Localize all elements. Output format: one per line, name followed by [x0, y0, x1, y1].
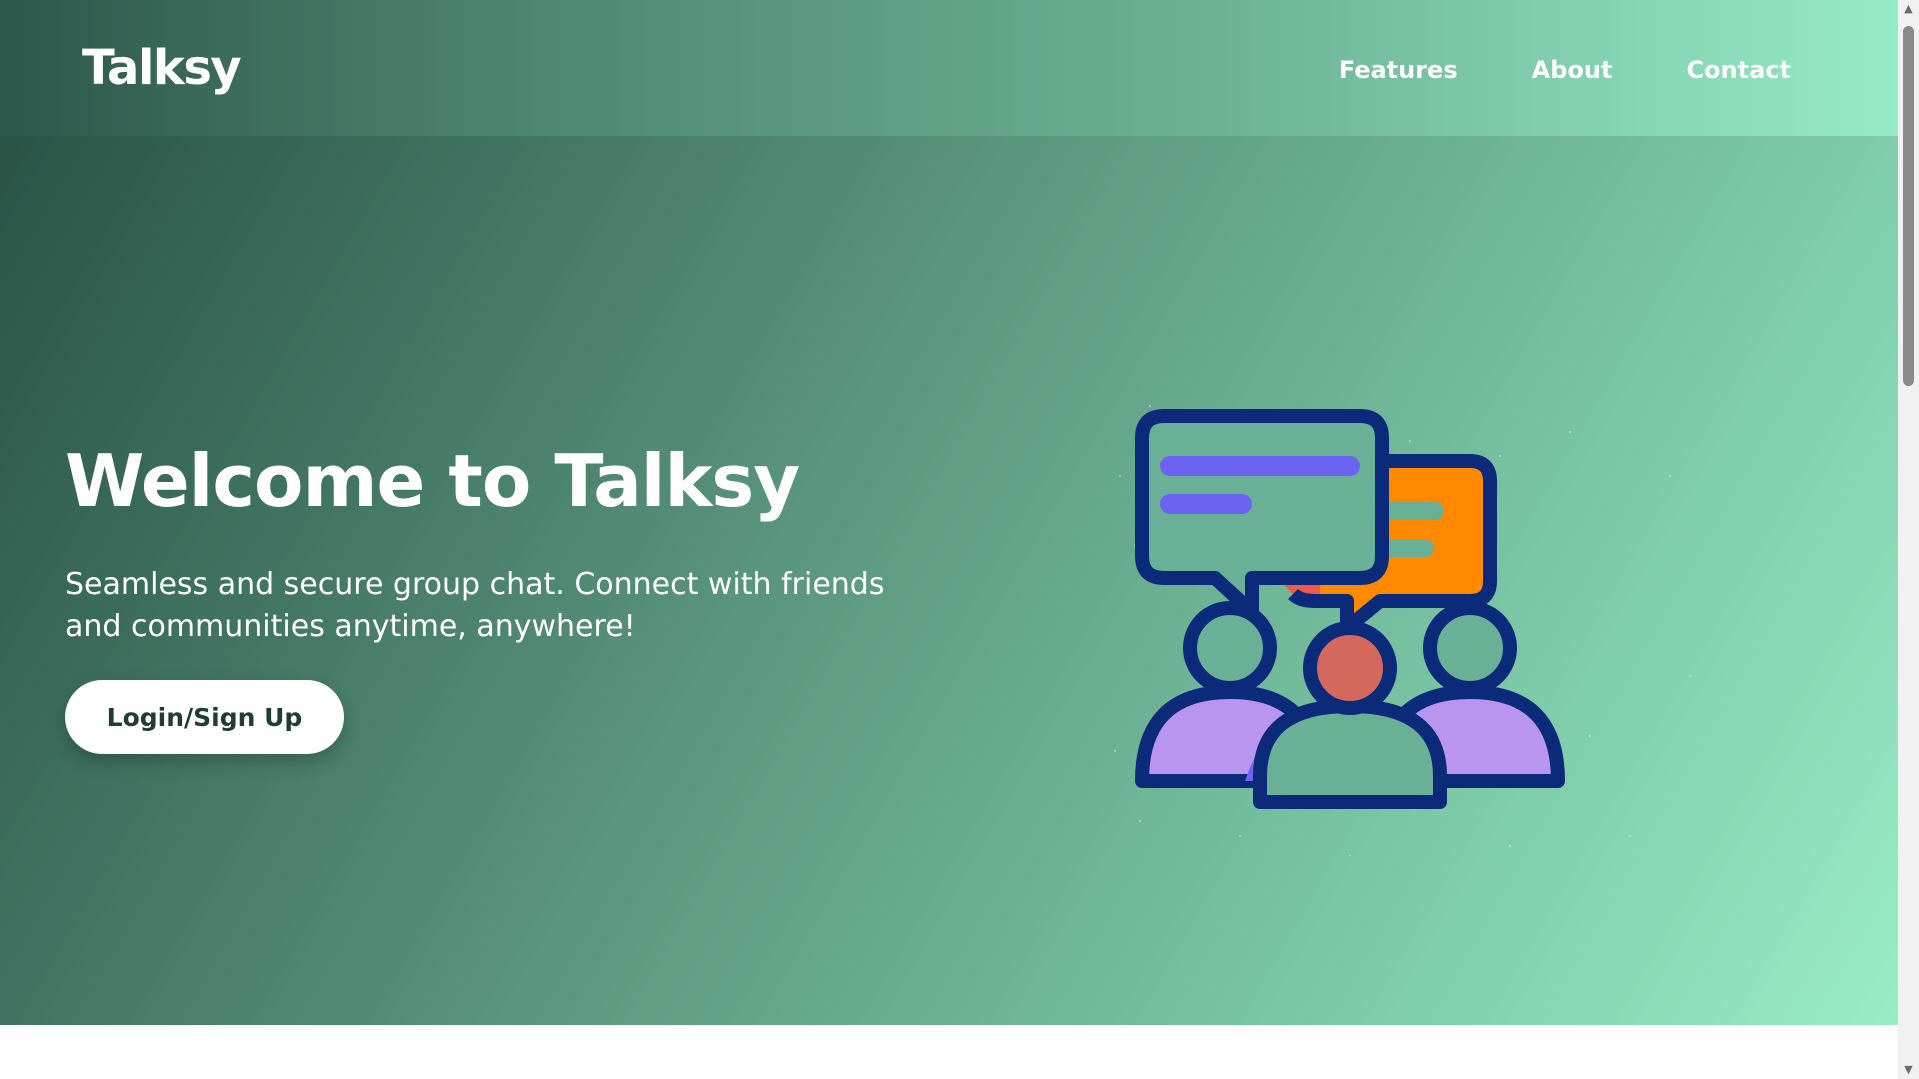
- main-nav: Features About Contact: [1339, 52, 1791, 88]
- hero-subtitle: Seamless and secure group chat. Connect …: [65, 567, 885, 644]
- hero-title: Welcome to Talksy: [65, 439, 800, 523]
- scrollbar-thumb[interactable]: [1903, 26, 1914, 386]
- group-chat-illustration-icon: [1113, 404, 1692, 856]
- login-signup-button[interactable]: Login/Sign Up: [65, 680, 344, 754]
- page: Talksy Features About Contact Welcome to…: [0, 0, 1898, 1079]
- person-center-icon: [1253, 621, 1447, 809]
- hero-section: Welcome to Talksy Seamless and secure gr…: [0, 136, 1898, 1025]
- speech-bubble-left-icon: [1135, 409, 1389, 619]
- logo[interactable]: Talksy: [82, 38, 242, 98]
- nav-link-about[interactable]: About: [1532, 52, 1613, 88]
- scroll-up-arrow-icon[interactable]: ▲: [1898, 0, 1919, 18]
- vertical-scrollbar[interactable]: ▲ ▼: [1898, 0, 1919, 1079]
- nav-link-contact[interactable]: Contact: [1686, 52, 1791, 88]
- scroll-down-arrow-icon[interactable]: ▼: [1898, 1061, 1919, 1079]
- nav-link-features[interactable]: Features: [1339, 52, 1458, 88]
- site-header: Talksy Features About Contact: [0, 0, 1898, 136]
